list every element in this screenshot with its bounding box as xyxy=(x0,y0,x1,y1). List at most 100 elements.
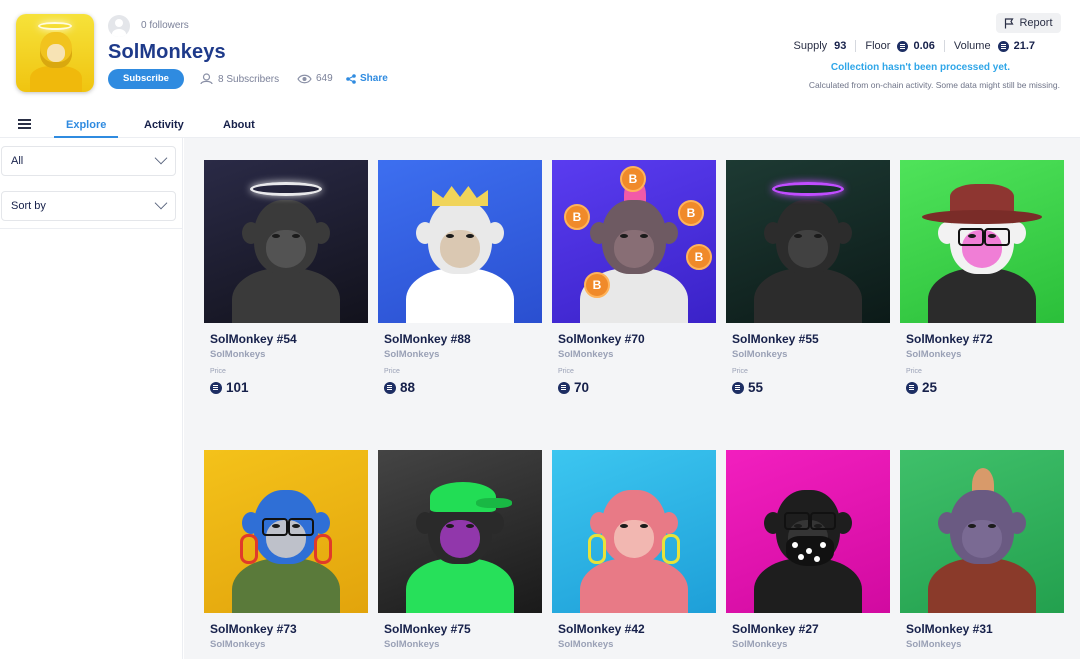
nft-image[interactable] xyxy=(552,450,716,613)
nft-name[interactable]: SolMonkey #42 xyxy=(558,622,645,636)
nft-price-value: 88 xyxy=(400,380,416,395)
nft-image[interactable] xyxy=(378,160,542,323)
sidebar-divider xyxy=(0,228,183,229)
nft-name[interactable]: SolMonkey #31 xyxy=(906,622,993,636)
nft-image[interactable] xyxy=(900,160,1064,323)
tab-activity[interactable]: Activity xyxy=(144,119,184,131)
nft-name[interactable]: SolMonkey #55 xyxy=(732,332,819,346)
nft-name[interactable]: SolMonkey #88 xyxy=(384,332,471,346)
nft-grid: SolMonkey #54 SolMonkeys Price 101 SolMonkey… xyxy=(184,138,1080,659)
nft-artwork-part xyxy=(406,558,514,613)
share-button[interactable]: Share xyxy=(346,73,388,84)
nft-card[interactable]: B B B B B SolMonkey #70 SolMonkeys Price 70 xyxy=(552,160,716,410)
nft-artwork-part: B xyxy=(564,204,590,230)
share-label: Share xyxy=(360,73,388,84)
nft-artwork-part xyxy=(640,524,648,528)
sol-icon xyxy=(906,381,918,394)
nft-artwork-part xyxy=(232,268,340,323)
nft-price: 55 xyxy=(732,380,763,395)
nft-card[interactable]: SolMonkey #88 SolMonkeys Price 88 xyxy=(378,160,542,410)
nft-card[interactable]: SolMonkey #73 SolMonkeys xyxy=(204,450,368,659)
tab-about[interactable]: About xyxy=(223,119,255,131)
nft-card[interactable]: SolMonkey #27 SolMonkeys xyxy=(726,450,890,659)
nft-artwork-part xyxy=(446,234,454,238)
subscribe-button[interactable]: Subscribe xyxy=(108,69,184,89)
nft-artwork-part xyxy=(794,234,802,238)
nft-artwork-part xyxy=(466,234,474,238)
tab-explore[interactable]: Explore xyxy=(66,119,106,131)
nft-artwork-part xyxy=(928,268,1036,323)
nft-image[interactable]: BBBBB xyxy=(552,160,716,323)
nft-artwork-part xyxy=(446,524,454,528)
nft-artwork-part xyxy=(662,534,680,564)
collection-title: SolMonkeys xyxy=(108,41,226,63)
nft-artwork-part xyxy=(272,234,280,238)
nft-artwork-part xyxy=(786,536,834,566)
nft-artwork-part xyxy=(620,234,628,238)
nft-price-value: 55 xyxy=(748,380,764,395)
collection-tabs: Explore Activity About xyxy=(0,110,1080,138)
nft-artwork-part xyxy=(476,498,512,508)
category-select[interactable]: All xyxy=(1,146,176,176)
nft-artwork-part: B xyxy=(678,200,704,226)
nft-image[interactable] xyxy=(204,450,368,613)
nft-price: 25 xyxy=(906,380,937,395)
nft-collection-name: SolMonkeys xyxy=(210,349,266,360)
nft-name[interactable]: SolMonkey #54 xyxy=(210,332,297,346)
collection-stats: Supply 93 Floor 0.06 Volume 21.7 xyxy=(793,40,1035,52)
nft-card[interactable]: SolMonkey #55 SolMonkeys Price 55 xyxy=(726,160,890,410)
price-label: Price xyxy=(558,368,574,375)
nft-image[interactable] xyxy=(726,160,890,323)
sol-icon xyxy=(384,381,396,394)
nft-collection-name: SolMonkeys xyxy=(732,639,788,650)
flag-icon xyxy=(1005,17,1015,28)
nft-image[interactable] xyxy=(900,450,1064,613)
nft-artwork-part xyxy=(814,234,822,238)
nft-artwork-part xyxy=(988,524,996,528)
nft-card[interactable]: SolMonkey #75 SolMonkeys xyxy=(378,450,542,659)
nft-collection-name: SolMonkeys xyxy=(210,639,266,650)
nft-price: 70 xyxy=(558,380,589,395)
sort-select[interactable]: Sort by xyxy=(1,191,176,221)
nft-collection-name: SolMonkeys xyxy=(906,639,962,650)
nft-artwork-part xyxy=(232,558,340,613)
volume-value: 21.7 xyxy=(1013,40,1035,52)
nft-card[interactable]: SolMonkey #72 SolMonkeys Price 25 xyxy=(900,160,1064,410)
subscribers-count: 8 Subscribers xyxy=(200,73,279,85)
nft-card[interactable]: SolMonkey #42 SolMonkeys xyxy=(552,450,716,659)
price-label: Price xyxy=(384,368,400,375)
sort-select-value: Sort by xyxy=(11,200,46,212)
nft-price: 101 xyxy=(210,380,249,395)
nft-name[interactable]: SolMonkey #70 xyxy=(558,332,645,346)
nft-name[interactable]: SolMonkey #27 xyxy=(732,622,819,636)
collection-avatar xyxy=(16,14,94,92)
report-button[interactable]: Report xyxy=(996,13,1061,33)
nft-artwork-part xyxy=(754,268,862,323)
menu-icon[interactable] xyxy=(18,119,31,129)
report-label: Report xyxy=(1019,17,1053,29)
nft-artwork-part xyxy=(250,182,322,196)
nft-image[interactable] xyxy=(726,450,890,613)
nft-artwork-part xyxy=(466,524,474,528)
nft-artwork-part xyxy=(580,558,688,613)
nft-image[interactable] xyxy=(204,160,368,323)
nft-name[interactable]: SolMonkey #72 xyxy=(906,332,993,346)
nft-image[interactable] xyxy=(378,450,542,613)
nft-collection-name: SolMonkeys xyxy=(906,349,962,360)
floor-value: 0.06 xyxy=(913,40,935,52)
supply-value: 93 xyxy=(834,40,847,52)
nft-name[interactable]: SolMonkey #75 xyxy=(384,622,471,636)
supply-label: Supply xyxy=(793,40,828,52)
price-label: Price xyxy=(732,368,748,375)
nft-artwork-part xyxy=(240,534,258,564)
nft-artwork-part xyxy=(772,182,844,196)
nft-artwork-part xyxy=(292,234,300,238)
nft-artwork-part xyxy=(922,210,1042,224)
nft-name[interactable]: SolMonkey #73 xyxy=(210,622,297,636)
nft-card[interactable]: SolMonkey #31 SolMonkeys xyxy=(900,450,1064,659)
volume-label: Volume xyxy=(953,40,991,52)
subscribers-text: 8 Subscribers xyxy=(218,73,280,85)
nft-artwork-part: B xyxy=(620,166,646,192)
nft-card[interactable]: SolMonkey #54 SolMonkeys Price 101 xyxy=(204,160,368,410)
eye-icon xyxy=(297,74,312,83)
